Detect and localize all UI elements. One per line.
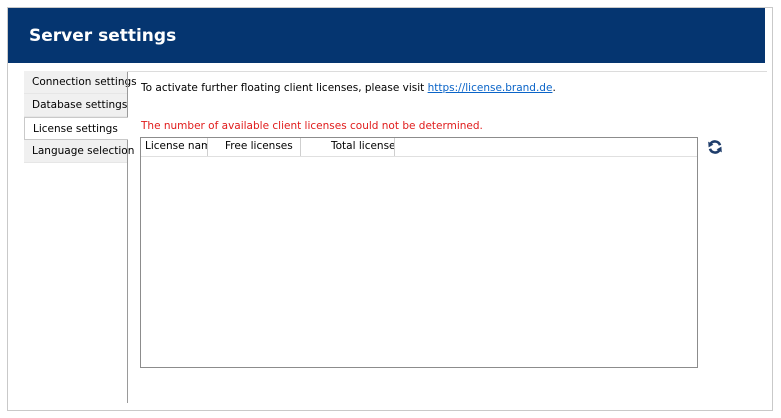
tab-connection-settings[interactable]: Connection settings bbox=[24, 71, 137, 94]
license-link[interactable]: https://license.brand.de bbox=[428, 82, 553, 94]
info-suffix: . bbox=[552, 82, 556, 94]
tab-database-settings[interactable]: Database settings bbox=[24, 94, 127, 117]
table-header: License name Free licenses Total license… bbox=[141, 138, 697, 157]
panel-top-border bbox=[127, 71, 767, 72]
license-table[interactable]: License name Free licenses Total license… bbox=[140, 137, 698, 368]
tab-list: Connection settings Database settings Li… bbox=[24, 71, 137, 163]
header-bar: Server settings bbox=[8, 8, 765, 63]
tab-license-settings[interactable]: License settings bbox=[24, 117, 128, 140]
refresh-button[interactable] bbox=[704, 137, 726, 157]
column-header-total-licenses[interactable]: Total licenses bbox=[301, 138, 395, 156]
error-message: The number of available client licenses … bbox=[141, 120, 483, 132]
page-title: Server settings bbox=[29, 25, 177, 46]
license-info-text: To activate further floating client lice… bbox=[141, 82, 556, 94]
column-header-free-licenses[interactable]: Free licenses bbox=[208, 138, 301, 156]
info-label: To activate further floating client lice… bbox=[141, 82, 428, 94]
refresh-icon bbox=[708, 140, 722, 154]
tab-language-selection[interactable]: Language selection bbox=[24, 140, 134, 163]
column-header-license-name[interactable]: License name bbox=[141, 138, 208, 156]
